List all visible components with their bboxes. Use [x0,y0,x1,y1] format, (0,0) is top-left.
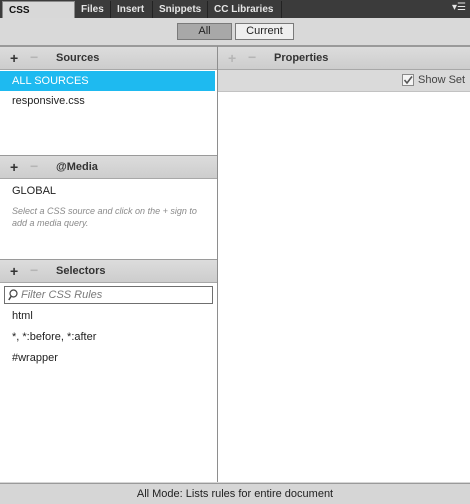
status-bar: All Mode: Lists rules for entire documen… [0,483,470,504]
media-item-global[interactable]: GLOBAL [0,181,215,201]
selector-item-wrapper[interactable]: #wrapper [0,348,215,368]
left-panel: + − Sources ALL SOURCES responsive.css +… [0,46,218,482]
tab-snippets[interactable]: Snippets [153,1,208,18]
remove-source-icon[interactable]: − [30,49,38,65]
tab-files[interactable]: Files [75,1,111,18]
sources-title: Sources [56,52,100,64]
media-hint: Select a CSS source and click on the + s… [12,206,197,228]
selectors-header: + − Selectors [0,259,217,283]
properties-panel: + − Properties Show Set [218,46,470,482]
search-icon [8,289,18,301]
media-title: @Media [56,161,98,173]
filter-css-rules-input[interactable] [21,288,206,302]
filter-css-rules-field[interactable] [4,286,213,304]
show-set-label: Show Set [418,74,466,86]
add-selector-icon[interactable]: + [10,263,18,279]
media-header: + − @Media [0,155,217,179]
remove-property-icon[interactable]: − [248,49,256,65]
properties-title: Properties [274,52,329,64]
sources-header: + − Sources [0,46,217,70]
checkmark-icon [403,76,413,85]
selector-item-universal[interactable]: *, *:before, *:after [0,327,215,347]
tab-css-designer[interactable]: CSS Designer [2,1,75,33]
source-item-responsive-css[interactable]: responsive.css [0,91,215,111]
add-property-icon[interactable]: + [228,50,236,66]
panel-menu-icon[interactable]: ▾☰ [452,2,466,13]
selectors-title: Selectors [56,265,106,277]
current-mode-button[interactable]: Current [235,23,294,40]
show-set-bar: Show Set [218,70,470,92]
add-media-icon[interactable]: + [10,159,18,175]
all-mode-button[interactable]: All [177,23,232,40]
source-item-all-sources[interactable]: ALL SOURCES [0,71,215,91]
selector-item-html[interactable]: html [0,306,215,326]
remove-media-icon[interactable]: − [30,158,38,174]
mode-bar: All Current [0,18,470,46]
show-set-checkbox[interactable] [402,74,414,86]
properties-header: + − Properties [218,46,470,70]
add-source-icon[interactable]: + [10,50,18,66]
tab-insert[interactable]: Insert [111,1,153,18]
panel-tab-bar: CSS Designer Files Insert Snippets CC Li… [0,0,470,33]
tab-cc-libraries[interactable]: CC Libraries [208,1,282,18]
remove-selector-icon[interactable]: − [30,262,38,278]
